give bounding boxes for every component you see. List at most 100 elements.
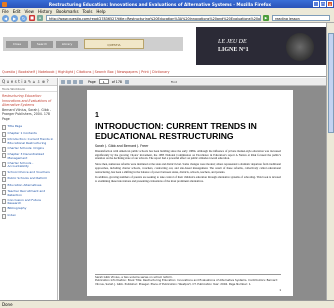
zoom-out-icon[interactable] [73,79,77,84]
status-bar: Done [0,300,334,308]
address-bar[interactable]: http://www.questia.com/read/27836527/tit… [46,15,261,21]
toc-item[interactable]: Conclusion and Future Research [2,198,55,206]
banner-library-button[interactable]: Library [56,40,78,48]
toc-item[interactable]: Charter Schools: Origins [2,146,55,152]
banner-toolbar: Close Search Library QUESTIA [3,37,183,51]
search-input[interactable]: reading lesson [272,15,330,21]
page-thumbnail-icon [2,207,6,213]
menu-edit[interactable]: Edit [13,9,21,14]
document-page: 1 INTRODUCTION: CURRENT TRENDS IN EDUCAT… [87,90,293,296]
book-meta: Bernard Vilnius, Sarah J. Gibb - Praeger… [2,107,51,121]
close-button[interactable]: × [327,1,333,7]
page-label: Page [88,79,96,84]
page-thumbnail-icon [2,131,6,137]
left-panel: Q u e s t i a ✎ ⌂ ⇩ ⊕ ? Tools Workbook R… [0,78,58,300]
book-title[interactable]: Restructuring Education: Innovations and… [2,94,55,108]
toc-item[interactable]: Public Schools and Reform [2,176,55,183]
menu-file[interactable]: File [2,9,9,14]
page-number-input[interactable]: 1 [98,79,109,84]
navigation-toolbar: ◀ ▶ ↻ ■ ⌂ http://www.questia.com/read/27… [0,14,334,23]
toc-item[interactable]: School Choice and Vouchers [2,170,55,176]
find-link[interactable]: Find [171,80,177,84]
tool-icon[interactable]: u [7,79,10,84]
menu-history[interactable]: History [38,9,52,14]
page-count: of 178 [111,79,122,84]
download-icon[interactable]: ⇩ [37,79,40,84]
site-banner: Close Search Library QUESTIA LE JEU DE L… [0,23,334,67]
page-content: Close Search Library QUESTIA LE JEU DE L… [0,23,334,300]
tool-icon[interactable]: a [24,79,26,84]
toc-item[interactable]: Charter Schools - Accountability [2,161,55,169]
window-title: Restructuring Education: Innovations and… [48,1,272,7]
page-footer-number: 1 [279,289,281,292]
pencil-icon[interactable]: ✎ [28,79,31,84]
previous-page-icon[interactable] [79,79,83,84]
body-paragraph: In addition, growing numbers of parents … [95,175,281,183]
footnote: Sarah Gibb Vilnius, a two-volume series … [95,273,281,286]
toc-item[interactable]: Education Alternatives [2,183,55,189]
home-icon[interactable]: ⌂ [37,15,43,21]
back-icon[interactable]: ◀ [2,14,9,22]
go-button[interactable]: ▶ [263,15,269,21]
document-viewer: Page 1 of 178 Find 1 INTRODUCTION: CURRE… [59,78,332,300]
menu-help[interactable]: Help [96,9,105,14]
body-paragraph: Dissatisfaction with American public sch… [95,149,281,161]
promo-image [286,33,314,61]
toc-item[interactable]: Title Page [2,124,55,130]
reload-icon[interactable]: ↻ [20,14,27,22]
next-page-icon[interactable] [124,79,129,84]
add-icon[interactable]: ⊕ [42,79,45,84]
body-paragraph: Since then, numerous reforms were instit… [95,162,281,174]
left-toolbar: Q u e s t i a ✎ ⌂ ⇩ ⊕ ? [0,78,57,86]
toc-item[interactable]: Bibliography [2,207,55,213]
toc-item[interactable]: Chapter 3 Decentralized Management [2,152,55,160]
page-thumbnail-icon [2,153,6,159]
page-thumbnail-icon [2,161,6,167]
tool-icon[interactable]: Q [2,79,5,84]
page-thumbnail-icon [2,213,6,219]
page-thumbnail-icon [2,146,6,152]
publication-info: Publication Information: Book Title: Res… [95,278,278,286]
print-icon[interactable] [61,79,65,84]
home-icon[interactable]: ⌂ [33,79,36,84]
menu-view[interactable]: View [24,9,34,14]
window-titlebar: Restructuring Education: Innovations and… [0,0,334,8]
toc-item[interactable]: Teacher Recruitment and Retention [2,189,55,197]
window-scrollbar[interactable] [326,23,334,300]
table-of-contents: Title Page Chapter 1 Contents Introducti… [0,123,57,222]
page-thumbnail-icon [2,198,6,204]
tool-icon[interactable]: t [18,79,20,84]
page-thumbnail-icon [2,183,6,189]
chapter-title: INTRODUCTION: CURRENT TRENDS IN EDUCATIO… [95,121,257,141]
chapter-number: 1 [95,112,99,119]
tool-icon[interactable]: e [11,79,13,84]
help-icon[interactable]: ? [47,79,49,84]
book-reference: Restructuring Education: Innovations and… [0,92,57,123]
banner-close-button[interactable]: Close [6,40,28,48]
promo-line-2: LIGNE N°1 [218,47,249,53]
site-logo[interactable]: QUESTIA [84,39,144,49]
banner-search-button[interactable]: Search [31,40,53,48]
menu-bookmarks[interactable]: Bookmarks [56,9,78,14]
toc-item[interactable]: Index [2,213,55,219]
menu-tools[interactable]: Tools [83,9,93,14]
tool-icon[interactable]: i [21,79,22,84]
window-scrollbar-thumb[interactable] [328,33,334,133]
advertisement[interactable]: LE JEU DE LIGNE N°1 [196,27,330,65]
maximize-button[interactable]: □ [320,1,326,7]
page-thumbnail-icon [2,125,6,130]
minimize-button[interactable]: _ [313,1,319,7]
forward-icon[interactable]: ▶ [11,14,18,22]
stop-icon[interactable]: ■ [29,15,35,21]
page-area[interactable]: 1 INTRODUCTION: CURRENT TRENDS IN EDUCAT… [59,86,332,300]
divider [0,76,334,77]
promo-line-1: LE JEU DE [218,39,247,45]
page-thumbnail-icon [2,190,6,196]
toc-item[interactable]: Chapter 1 Contents [2,131,55,137]
page-thumbnail-icon [2,138,6,143]
zoom-in-icon[interactable] [67,79,71,84]
page-thumbnail-icon [2,177,6,183]
document-toolbar: Page 1 of 178 Find [59,78,332,86]
toc-item[interactable]: Introduction: Current Trends in Educatio… [2,137,55,145]
tool-icon[interactable]: s [15,79,17,84]
